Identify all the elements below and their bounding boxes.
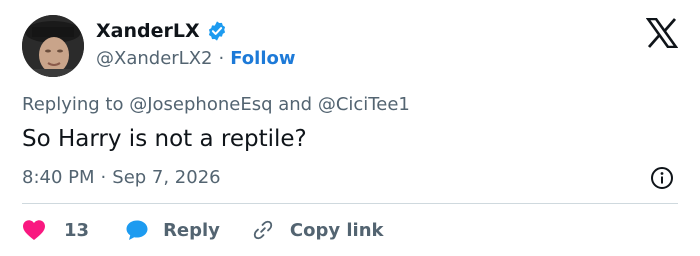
like-button[interactable]: 13 xyxy=(22,219,89,241)
reply-context: Replying to @JosephoneEsq and @CiciTee1 xyxy=(22,94,410,115)
avatar[interactable] xyxy=(22,15,84,77)
mention-link[interactable]: @JosephoneEsq xyxy=(129,94,272,115)
tweet-text: So Harry is not a reptile? xyxy=(22,126,307,152)
reply-prefix: Replying to xyxy=(22,94,124,115)
reply-bubble-icon xyxy=(126,220,148,240)
copy-link-button[interactable]: Copy link xyxy=(252,219,384,241)
action-bar: 13 Reply Copy link xyxy=(22,216,384,244)
mention-link[interactable]: @CiciTee1 xyxy=(318,94,410,115)
avatar-image xyxy=(22,15,84,77)
info-icon[interactable] xyxy=(650,166,674,190)
author-handle[interactable]: @XanderLX2 xyxy=(96,48,212,69)
tweet-date[interactable]: Sep 7, 2026 xyxy=(112,167,220,188)
reply-button[interactable]: Reply xyxy=(125,219,220,241)
heart-icon xyxy=(23,220,45,240)
copy-link-label: Copy link xyxy=(289,219,384,241)
handle-separator: · xyxy=(218,48,225,69)
reply-label: Reply xyxy=(163,219,220,241)
timestamp-separator: · xyxy=(100,167,107,188)
like-count: 13 xyxy=(64,219,90,241)
tweet-time[interactable]: 8:40 PM xyxy=(22,167,95,188)
x-logo-icon[interactable] xyxy=(646,18,678,48)
tweet-timestamp[interactable]: 8:40 PM · Sep 7, 2026 xyxy=(22,167,221,188)
reply-conjunction: and xyxy=(278,94,313,115)
verified-badge-icon xyxy=(208,21,225,41)
link-icon xyxy=(253,220,273,240)
follow-button[interactable]: Follow xyxy=(230,48,295,69)
divider xyxy=(22,203,678,204)
author-name[interactable]: XanderLX xyxy=(96,20,200,42)
